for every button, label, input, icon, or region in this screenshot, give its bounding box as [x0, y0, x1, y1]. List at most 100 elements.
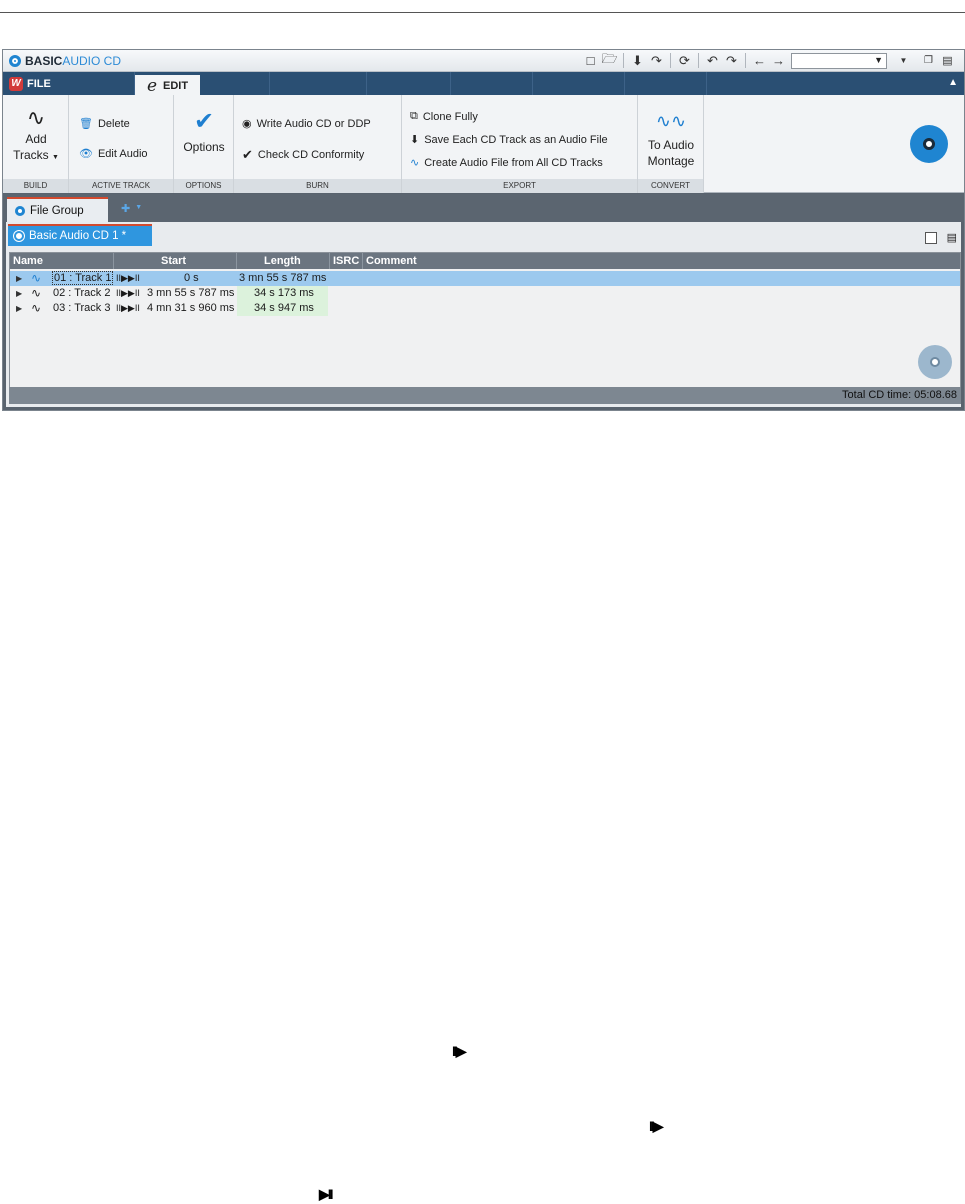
chevron-down-icon: ▼	[135, 204, 143, 211]
col-name[interactable]: Name	[13, 255, 43, 267]
waveform-icon: ∿	[410, 157, 420, 169]
transport-icon[interactable]: II▶▶II	[116, 288, 140, 299]
track-name[interactable]: 03 : Track 3	[53, 302, 110, 314]
tab-divider	[625, 72, 707, 95]
ribbon: ∿ Add Tracks ▼ BUILD 🗑 Delete 👁 Edit Aud…	[3, 95, 964, 193]
save-each-track-button[interactable]: ⬇ Save Each CD Track as an Audio File	[410, 133, 608, 147]
group-burn: ◉ Write Audio CD or DDP ✔ Check CD Confo…	[234, 95, 402, 193]
write-audio-cd-button[interactable]: ◉ Write Audio CD or DDP	[242, 117, 371, 131]
separator	[670, 53, 671, 68]
save-icon[interactable]: ⬇	[629, 52, 646, 69]
table-row[interactable]: ▶ ∿ 03 : Track 3 II▶▶II 4 mn 31 s 960 ms…	[10, 301, 960, 316]
title-suffix: AUDIO CD	[62, 54, 122, 68]
table-row[interactable]: ▶ ∿ 01 : Track 1 II▶▶II 0 s 3 mn 55 s 78…	[10, 271, 960, 286]
redo-icon[interactable]: ↷	[723, 52, 740, 69]
tab-edit[interactable]: e EDIT	[135, 75, 200, 96]
track-start: 3 mn 55 s 787 ms	[147, 287, 235, 299]
total-cd-time: Total CD time: 05:08.68	[842, 389, 957, 401]
group-convert: ∿∿ To Audio Montage CONVERT	[638, 95, 704, 193]
layout-menu-icon[interactable]: ▤	[939, 52, 956, 69]
tab-divider	[367, 72, 451, 95]
restore-window-icon[interactable]: ❐	[920, 52, 937, 69]
back-arrow-icon[interactable]: ←	[751, 52, 768, 69]
history-icon[interactable]: ⟳	[676, 52, 693, 69]
menu-icon[interactable]: ▤	[947, 231, 957, 244]
create-audio-file-button[interactable]: ∿ Create Audio File from All CD Tracks	[410, 156, 603, 170]
check-conformity-button[interactable]: ✔ Check CD Conformity	[242, 147, 364, 163]
transport-icon[interactable]: II▶▶II	[116, 303, 140, 314]
col-isrc[interactable]: ISRC	[333, 255, 359, 267]
col-length[interactable]: Length	[264, 255, 301, 267]
clone-fully-label: Clone Fully	[422, 110, 478, 123]
dropdown-icon[interactable]: ▼	[895, 52, 912, 69]
add-file-group-button[interactable]: ✚ ▼	[121, 202, 142, 215]
edit-audio-button[interactable]: 👁 Edit Audio	[79, 147, 148, 161]
tab-file-label: FILE	[27, 77, 51, 90]
clone-fully-button[interactable]: ⧉ Clone Fully	[410, 110, 478, 123]
table-row[interactable]: ▶ ∿ 02 : Track 2 II▶▶II 3 mn 55 s 787 ms…	[10, 286, 960, 301]
chevron-down-icon: ▼	[874, 54, 883, 65]
create-audio-file-label: Create Audio File from All CD Tracks	[424, 156, 603, 169]
divider	[236, 253, 237, 269]
file-group-tab[interactable]: File Group	[7, 197, 108, 222]
document-tab[interactable]: Basic Audio CD 1 *	[8, 224, 152, 246]
expand-icon[interactable]: ▶	[16, 289, 22, 298]
group-burn-label: BURN	[234, 179, 401, 193]
save-as-icon[interactable]: ↷	[648, 52, 665, 69]
file-group-label: File Group	[30, 204, 84, 217]
expand-icon[interactable]: ▶	[16, 274, 22, 283]
to-audio-montage-button[interactable]: ∿∿ To Audio Montage	[643, 105, 699, 169]
add-tracks-label2: Tracks ▼	[13, 148, 59, 162]
maximize-icon[interactable]	[924, 231, 937, 244]
chevron-down-icon: ▼	[51, 154, 59, 161]
delete-button[interactable]: 🗑 Delete	[79, 117, 130, 131]
pause-play-glyph: II▶	[649, 1118, 663, 1134]
app-window: BASICAUDIO CD □ 🗁 ⬇ ↷ ⟳ ↶ ↷ ← → ▼ ▼ ❐ ▤	[2, 49, 965, 411]
options-button[interactable]: ✔ Options	[181, 105, 227, 155]
expand-icon[interactable]: ▶	[16, 304, 22, 313]
cd-icon	[15, 205, 25, 216]
separator	[623, 53, 624, 68]
add-tracks-button[interactable]: ∿ Add Tracks ▼	[13, 105, 59, 166]
waveform-icon: ∿	[31, 301, 42, 315]
track-start: 0 s	[184, 272, 199, 284]
save-icon: ⬇	[410, 134, 420, 146]
top-rule	[0, 12, 965, 13]
transport-icon[interactable]: II▶▶II	[116, 273, 140, 284]
check-icon: ✔	[242, 147, 253, 162]
track-table: Name Start Length ISRC Comment ▶ ∿ 01 : …	[9, 252, 961, 388]
new-file-icon[interactable]: □	[582, 52, 599, 69]
check-conformity-label: Check CD Conformity	[257, 149, 365, 161]
col-comment[interactable]: Comment	[366, 255, 417, 267]
audio-cd-icon	[910, 125, 948, 163]
col-start[interactable]: Start	[161, 255, 186, 267]
tab-divider	[533, 72, 625, 95]
tab-divider	[65, 72, 135, 95]
status-bar: Total CD time: 05:08.68	[9, 387, 961, 404]
montage-icon: ∿∿	[655, 111, 687, 131]
title-toolbar: □ 🗁 ⬇ ↷ ⟳ ↶ ↷ ← → ▼ ▼ ❐ ▤	[582, 51, 956, 69]
tab-file[interactable]: W FILE	[9, 72, 63, 95]
undo-icon[interactable]: ↶	[704, 52, 721, 69]
tab-divider	[200, 72, 270, 95]
forward-arrow-icon[interactable]: →	[770, 52, 787, 69]
collapse-ribbon-icon[interactable]: ▲	[948, 77, 958, 88]
write-audio-cd-label: Write Audio CD or DDP	[256, 117, 371, 130]
track-start: 4 mn 31 s 960 ms	[147, 302, 235, 314]
document-tab-label: Basic Audio CD 1 *	[29, 230, 127, 242]
app-title: BASIC AUDIO CD	[9, 54, 121, 68]
group-export-label: EXPORT	[402, 179, 637, 193]
waveform-icon: ∿	[26, 105, 46, 130]
title-bar: BASIC AUDIO CD □ 🗁 ⬇ ↷ ⟳ ↶ ↷ ← → ▼ ▼ ❐ ▤	[3, 50, 964, 72]
eye-icon: 👁	[79, 148, 93, 160]
checkmark-box-icon: ✔	[193, 108, 215, 135]
table-header: Name Start Length ISRC Comment	[10, 253, 960, 269]
group-build: ∿ Add Tracks ▼ BUILD	[3, 95, 69, 193]
group-export: ⧉ Clone Fully ⬇ Save Each CD Track as an…	[402, 95, 638, 193]
track-name[interactable]: 01 : Track 1	[52, 271, 114, 285]
open-folder-icon[interactable]: 🗁	[601, 51, 618, 69]
group-active-track-label: ACTIVE TRACK	[69, 179, 173, 193]
track-name[interactable]: 02 : Track 2	[53, 287, 110, 299]
ribbon-tabbar: W FILE e EDIT ▲	[3, 72, 964, 96]
preset-combo[interactable]: ▼	[791, 52, 887, 69]
